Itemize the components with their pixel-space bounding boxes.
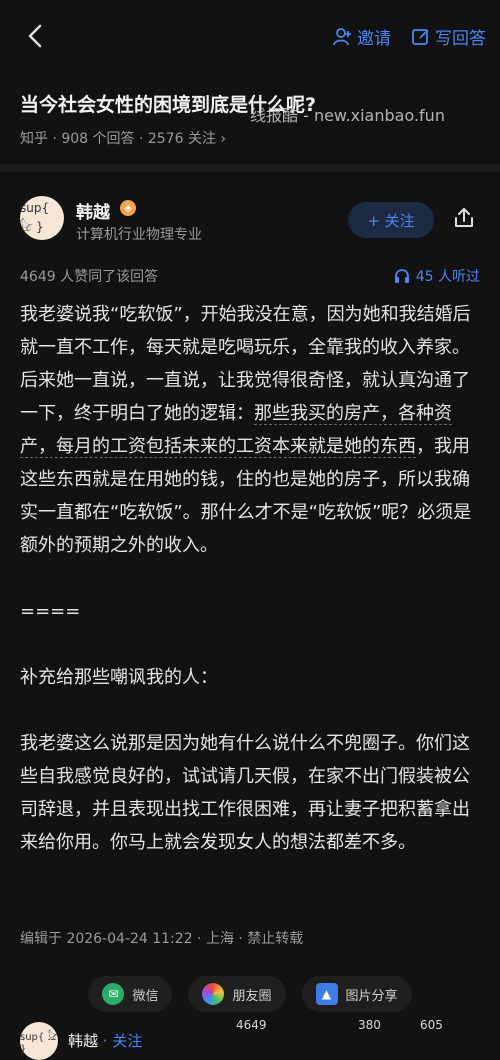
share-row: ✉ 微信 朋友圈 ▲ 图片分享 [0, 976, 500, 1012]
share-moments-button[interactable]: 朋友圈 [188, 976, 286, 1012]
answer-paragraph: 我老婆说我“吃软饭”，开始我没在意，因为她和我结婚后就一直不工作，每天就是吃喝玩… [20, 298, 480, 562]
add-user-icon [333, 27, 351, 45]
vote-count: 4649 人赞同了该回答 [20, 269, 159, 285]
comment-count[interactable]: 605 [420, 1018, 443, 1032]
back-arrow-icon[interactable] [22, 22, 50, 50]
invite-label: 邀请 [357, 29, 391, 49]
bottom-follow-label[interactable]: · 关注 [103, 1032, 143, 1050]
author-name[interactable]: 韩越 [76, 198, 110, 223]
author-description: 计算机行业物理专业 [76, 227, 202, 243]
moments-icon [202, 983, 225, 1005]
headphones-icon [394, 269, 409, 283]
write-answer-button[interactable]: 写回答 [411, 24, 486, 49]
bottom-action-bar: sup{ 𓃠 } 韩越 · 关注 4649 380 605 [0, 1018, 500, 1060]
bottom-author-avatar[interactable]: sup{ 𓃠 } [20, 1022, 58, 1060]
watermark: 线报酷 - new.xianbao.fun [250, 106, 445, 125]
answer-separator: ==== [20, 601, 81, 622]
share-image-button[interactable]: ▲ 图片分享 [301, 976, 412, 1012]
edit-icon [412, 28, 429, 45]
favorite-count[interactable]: 380 [358, 1018, 381, 1032]
bottom-author-name[interactable]: 韩越 · 关注 [68, 1030, 142, 1051]
author-avatar[interactable]: sup{ 𓃠 } [20, 196, 64, 240]
share-moments-label: 朋友圈 [232, 988, 272, 1004]
listen-count: 45 人听过 [415, 269, 480, 285]
bottom-author-name-text: 韩越 [68, 1032, 99, 1050]
listen-button[interactable]: 45 人听过 [394, 266, 480, 286]
image-icon: ▲ [315, 983, 338, 1005]
invite-button[interactable]: 邀请 [333, 24, 391, 49]
top-bar: 邀请 写回答 [0, 0, 500, 72]
like-count[interactable]: 4649 [236, 1018, 267, 1032]
wechat-icon: ✉ [102, 983, 125, 1005]
answer-content: 我老婆说我“吃软饭”，开始我没在意，因为她和我结婚后就一直不工作，每天就是吃喝玩… [20, 298, 480, 859]
write-answer-label: 写回答 [435, 29, 486, 49]
section-divider [0, 164, 500, 172]
answer-paragraph: 我老婆这么说那是因为她有什么说什么不兜圈子。你们这些自我感觉良好的，试试请几天假… [20, 733, 470, 853]
share-icon[interactable] [452, 206, 476, 230]
author-badge-icon: ◈ [120, 200, 136, 216]
question-meta[interactable]: 知乎 · 908 个回答 · 2576 关注 › [20, 128, 226, 148]
share-image-label: 图片分享 [345, 988, 398, 1004]
follow-button[interactable]: + 关注 [348, 202, 434, 238]
share-wechat-button[interactable]: ✉ 微信 [88, 976, 173, 1012]
answer-paragraph: 补充给那些嘲讽我的人： [20, 667, 218, 688]
edit-info: 编辑于 2026-04-24 11:22 · 上海 · 禁止转载 [20, 931, 304, 947]
share-wechat-label: 微信 [132, 988, 159, 1004]
